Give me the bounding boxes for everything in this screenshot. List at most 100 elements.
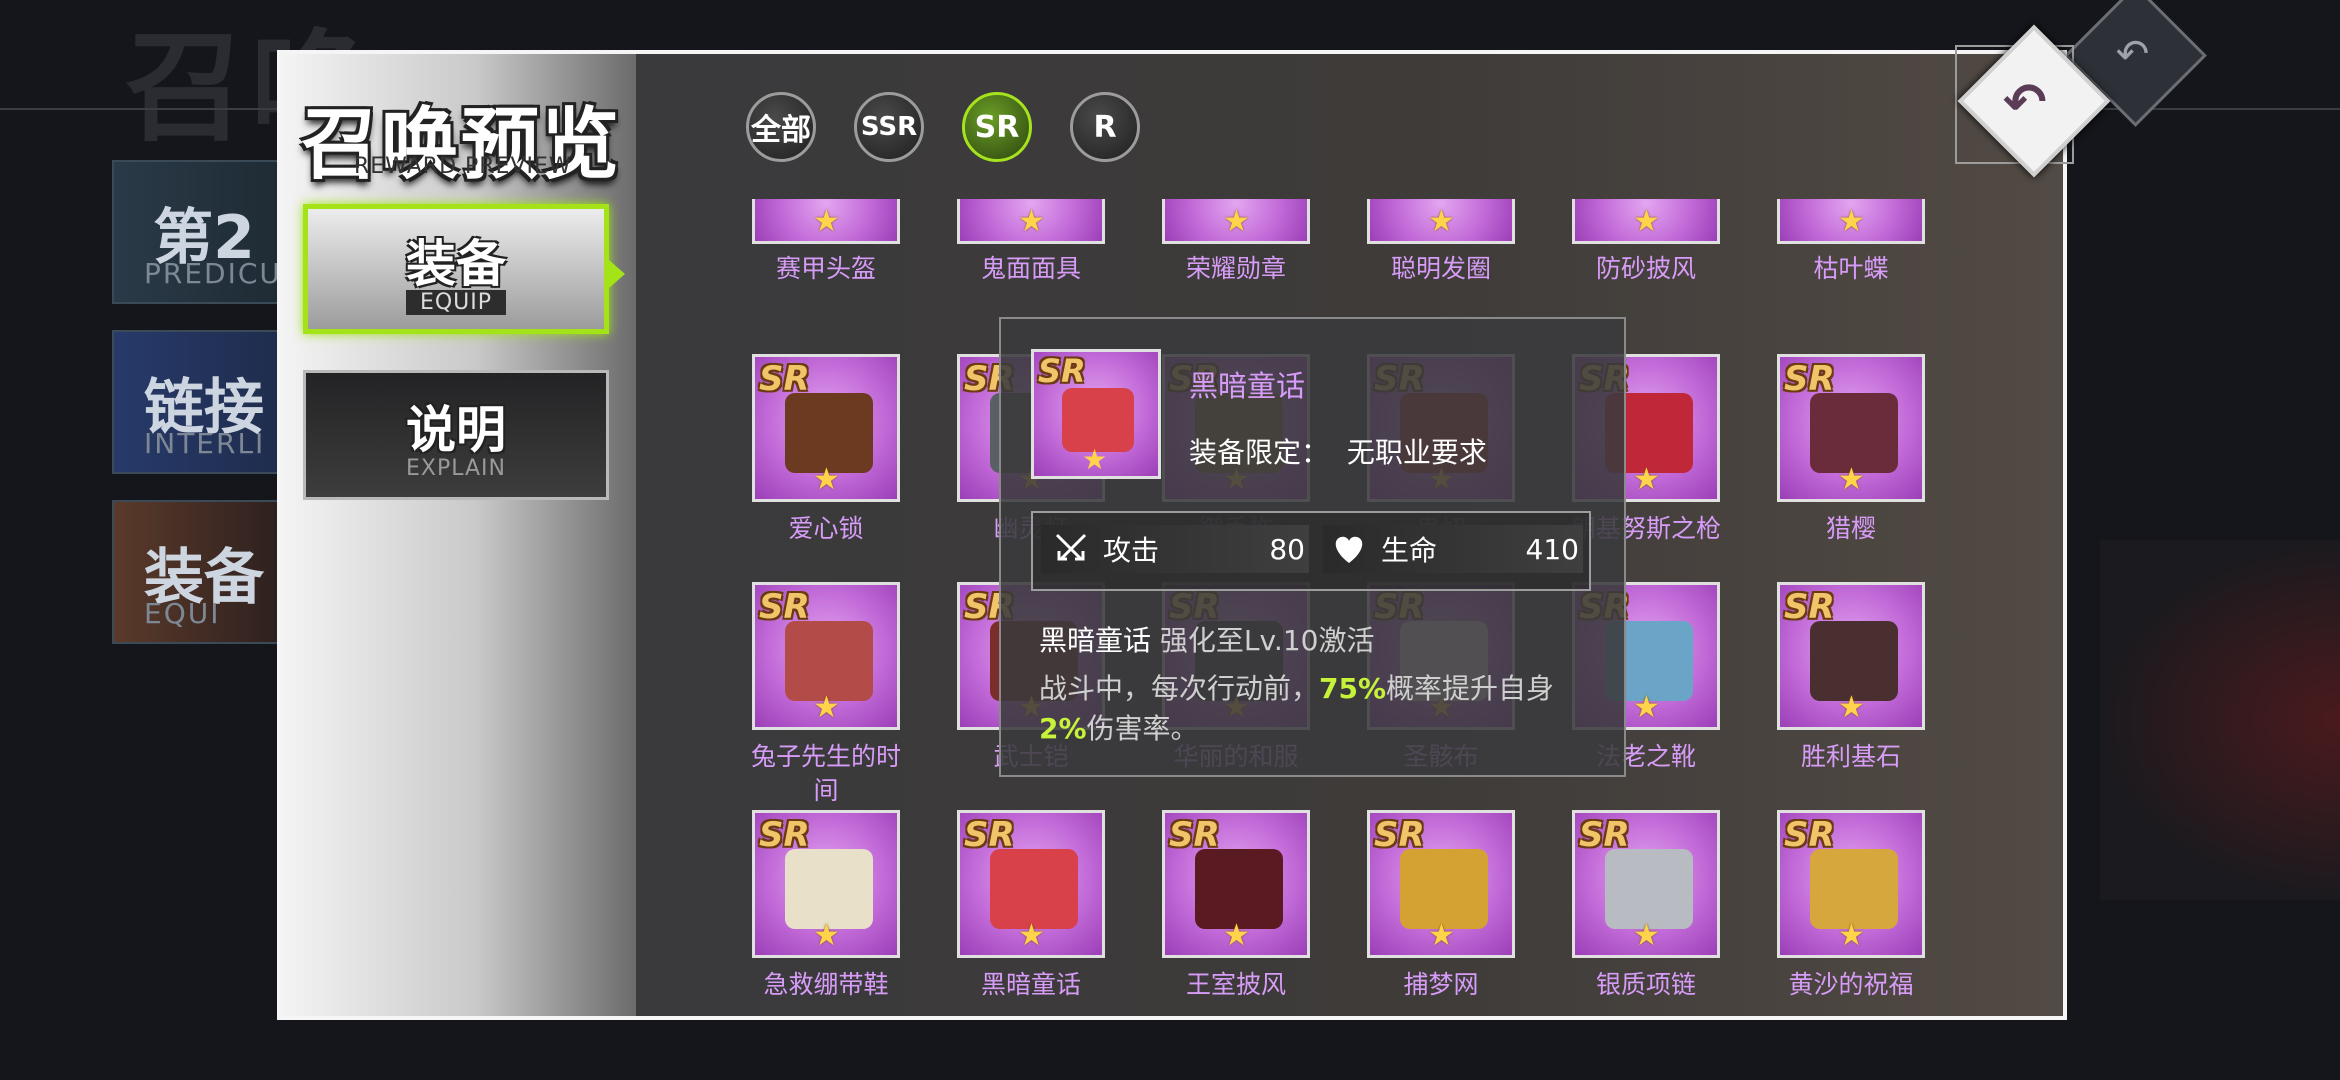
item-art [1810,849,1898,929]
equipment-item[interactable]: SR ★ 捕梦网 [1361,810,1521,1002]
rarity-label: SR [759,359,810,399]
tab-equip[interactable]: 装备 EQUIP [303,204,609,334]
equipment-item[interactable]: SR ★ 王室披风 [1156,810,1316,1002]
back-icon: ↶ [2115,31,2150,78]
item-icon: SR ★ [752,810,900,958]
rarity-label: SR [1169,815,1220,855]
tab-explain[interactable]: 说明 EXPLAIN [303,370,609,500]
filter-all[interactable]: 全部 [746,92,816,162]
background-character-art [2100,540,2340,900]
item-art [785,849,873,929]
equipment-item[interactable]: ★ 聪明发圈 [1361,199,1521,286]
star-icon: ★ [813,918,840,953]
equipment-item[interactable]: ★ 枯叶蝶 [1771,199,1931,286]
tab-equip-label: 装备 [406,234,506,293]
equipment-item[interactable]: SR ★ 胜利基石 [1771,582,1931,774]
sidebar: 召唤预览 REWARD PREVIEW 装备 EQUIP 说明 EXPLAIN [281,54,636,1016]
item-name: 急救绷带鞋 [763,970,889,999]
swords-icon [1055,533,1087,561]
item-name: 鬼面面具 [980,254,1081,283]
item-name: 黄沙的祝福 [1788,970,1914,999]
item-icon: SR ★ [1367,810,1515,958]
item-name: 捕梦网 [1403,970,1479,999]
summon-preview-panel: 召唤预览 REWARD PREVIEW 装备 EQUIP 说明 EXPLAIN … [277,50,2067,1020]
item-art [1810,393,1898,473]
equipment-item[interactable]: ★ 荣耀勋章 [1156,199,1316,286]
equipment-item[interactable]: SR ★ 银质项链 [1566,810,1726,1002]
item-icon: SR ★ [752,582,900,730]
item-icon: SR ★ [957,810,1105,958]
item-icon: ★ [1367,199,1515,244]
equipment-item[interactable]: SR ★ 兔子先生的时间 [746,582,906,808]
star-icon: ★ [1428,204,1455,239]
rarity-label: SR [1784,359,1835,399]
item-icon: ★ [1572,199,1720,244]
item-icon: ★ [957,199,1105,244]
star-icon: ★ [813,462,840,497]
item-art [785,393,873,473]
rarity-label: SR [964,815,1015,855]
equipment-item[interactable]: SR ★ 爱心锁 [746,354,906,546]
item-art [1195,849,1283,929]
equipment-item[interactable]: SR ★ 黄沙的祝福 [1771,810,1931,1002]
rarity-label: SR [1784,815,1835,855]
item-icon: SR ★ [1162,810,1310,958]
item-icon: ★ [1777,199,1925,244]
background-banner-3[interactable]: 装备 EQUI [112,500,296,644]
background-banner-1[interactable]: 第2 PREDICUS [112,160,296,304]
item-name: 胜利基石 [1800,742,1901,771]
star-icon: ★ [1428,918,1455,953]
rarity-label: SR [1374,815,1425,855]
star-icon: ★ [1633,204,1660,239]
background-banner-2[interactable]: 链接 INTERLI [112,330,296,474]
star-icon: ★ [1633,918,1660,953]
filter-ssr[interactable]: SSR [854,92,924,162]
item-icon: SR ★ [1777,582,1925,730]
star-icon: ★ [813,690,840,725]
item-name: 爱心锁 [788,514,864,543]
equipment-item[interactable]: ★ 赛甲头盔 [746,199,906,286]
stat-hp: 生命 410 [1323,525,1583,573]
star-icon: ★ [1082,443,1108,476]
item-tooltip: SR ★ 黑暗童话 装备限定： 无职业要求 攻击 80 生命 410 黑暗童话 … [999,317,1626,777]
rarity-label: SR [1784,587,1835,627]
item-icon: ★ [1162,199,1310,244]
star-icon: ★ [1838,204,1865,239]
item-name: 猎樱 [1825,514,1876,543]
star-icon: ★ [1223,918,1250,953]
star-icon: ★ [1633,690,1660,725]
star-icon: ★ [1223,204,1250,239]
star-icon: ★ [1838,462,1865,497]
heart-icon [1335,536,1363,563]
filter-sr[interactable]: SR [962,92,1032,162]
item-art [785,621,873,701]
item-art [990,849,1078,929]
equipment-item[interactable]: SR ★ 黑暗童话 [951,810,1111,1002]
item-art [1810,621,1898,701]
tooltip-stats: 攻击 80 生命 410 [1031,511,1591,591]
panel-subtitle: REWARD PREVIEW [354,154,572,179]
item-icon: SR ★ [1572,810,1720,958]
rarity-label: SR [759,815,810,855]
item-name: 防砂披风 [1595,254,1696,283]
tooltip-class-limit: 装备限定： 无职业要求 [1189,436,1487,469]
back-button[interactable]: ↶ [1955,24,2111,178]
item-name: 赛甲头盔 [775,254,876,283]
back-icon: ↶ [2003,73,2047,133]
filter-r[interactable]: R [1070,92,1140,162]
item-name: 黑暗童话 [980,970,1081,999]
item-name: 王室披风 [1185,970,1286,999]
equipment-item[interactable]: ★ 鬼面面具 [951,199,1111,286]
rarity-label: SR [1579,815,1630,855]
item-art [1605,849,1693,929]
item-name: 荣耀勋章 [1185,254,1286,283]
item-icon: SR ★ [1777,810,1925,958]
tooltip-skill-description: 战斗中，每次行动前，75%概率提升自身 2%伤害率。 [1039,672,1555,745]
star-icon: ★ [1018,918,1045,953]
stat-attack: 攻击 80 [1041,525,1309,573]
equipment-item[interactable]: ★ 防砂披风 [1566,199,1726,286]
equipment-item[interactable]: SR ★ 急救绷带鞋 [746,810,906,1002]
equipment-item[interactable]: SR ★ 猎樱 [1771,354,1931,546]
rarity-label: SR [759,587,810,627]
star-icon: ★ [1018,204,1045,239]
